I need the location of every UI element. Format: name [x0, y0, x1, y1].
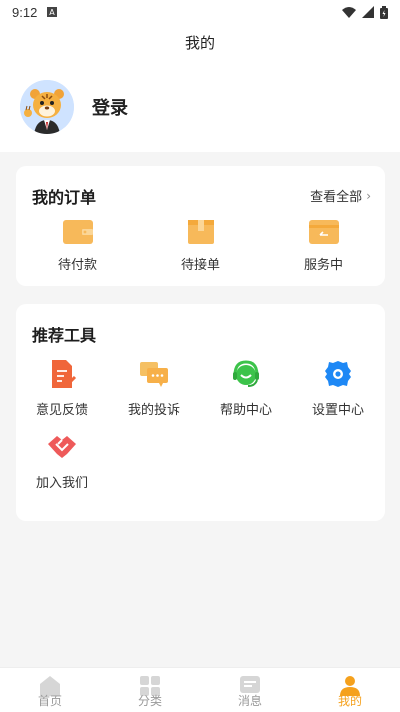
order-label: 待付款 — [57, 258, 97, 273]
notification-icon: A — [47, 7, 58, 17]
order-pending-payment[interactable]: 待付款 — [16, 218, 139, 273]
tab-label: 消息 — [237, 694, 262, 708]
signal-icon — [362, 6, 374, 18]
bottom-tabbar: 首页 分类 消息 我的 — [0, 667, 400, 712]
tools-card: 推荐工具 意见反馈 我的投诉 帮助中心 设置中心 加入我们 — [16, 304, 385, 521]
tab-messages[interactable]: 消息 — [200, 668, 300, 712]
status-bar: 9:12 A — [0, 0, 400, 24]
tool-feedback[interactable]: 意见反馈 — [16, 359, 108, 418]
login-label[interactable]: 登录 — [92, 94, 128, 120]
chat-complaint-icon — [140, 362, 168, 387]
avatar[interactable] — [20, 80, 74, 134]
view-all-label[interactable]: 查看全部 — [310, 186, 362, 205]
tool-complaint[interactable]: 我的投诉 — [108, 359, 200, 418]
service-card-icon — [308, 220, 339, 244]
tools-grid: 意见反馈 我的投诉 帮助中心 设置中心 加入我们 — [16, 359, 385, 491]
tab-label: 首页 — [37, 694, 62, 708]
battery-icon — [380, 5, 388, 19]
gear-icon — [325, 361, 351, 387]
tab-category[interactable]: 分类 — [100, 668, 200, 712]
wifi-icon — [342, 6, 356, 18]
tool-label: 意见反馈 — [35, 403, 88, 418]
orders-title: 我的订单 — [32, 188, 97, 207]
orders-card: 我的订单 查看全部 › 待付款 待接单 服务中 — [16, 166, 385, 286]
tool-join-us[interactable]: 加入我们 — [16, 432, 108, 491]
tool-settings-center[interactable]: 设置中心 — [292, 359, 384, 418]
tool-label: 设置中心 — [311, 403, 364, 418]
order-awaiting-accept[interactable]: 待接单 — [139, 218, 262, 273]
status-time: 9:12 — [12, 4, 38, 20]
login-area[interactable]: 登录 — [20, 80, 128, 134]
profile-header: 我的 登录 — [0, 24, 400, 152]
tiger-mascot-icon — [20, 80, 74, 134]
tab-mine[interactable]: 我的 — [300, 668, 400, 712]
orders-row: 待付款 待接单 服务中 — [16, 218, 385, 273]
tool-help-center[interactable]: 帮助中心 — [200, 359, 292, 418]
tab-label: 分类 — [137, 694, 162, 708]
chevron-right-icon: › — [366, 188, 371, 203]
tools-title: 推荐工具 — [32, 326, 97, 345]
tab-label: 我的 — [337, 694, 362, 708]
order-label: 待接单 — [180, 258, 220, 273]
feedback-doc-icon — [52, 360, 77, 388]
tool-label: 帮助中心 — [219, 403, 272, 418]
view-all-orders-link[interactable]: 查看全部 › — [310, 186, 371, 206]
box-icon — [187, 220, 214, 244]
tool-label: 加入我们 — [35, 476, 88, 491]
tool-label: 我的投诉 — [127, 403, 180, 418]
wallet-icon — [62, 220, 93, 244]
order-label: 服务中 — [303, 258, 343, 273]
page-title: 我的 — [184, 34, 215, 52]
handshake-icon — [48, 436, 76, 458]
svg-text:A: A — [50, 8, 56, 17]
headset-icon — [233, 360, 259, 387]
order-in-service[interactable]: 服务中 — [262, 218, 385, 273]
tab-home[interactable]: 首页 — [0, 668, 100, 712]
